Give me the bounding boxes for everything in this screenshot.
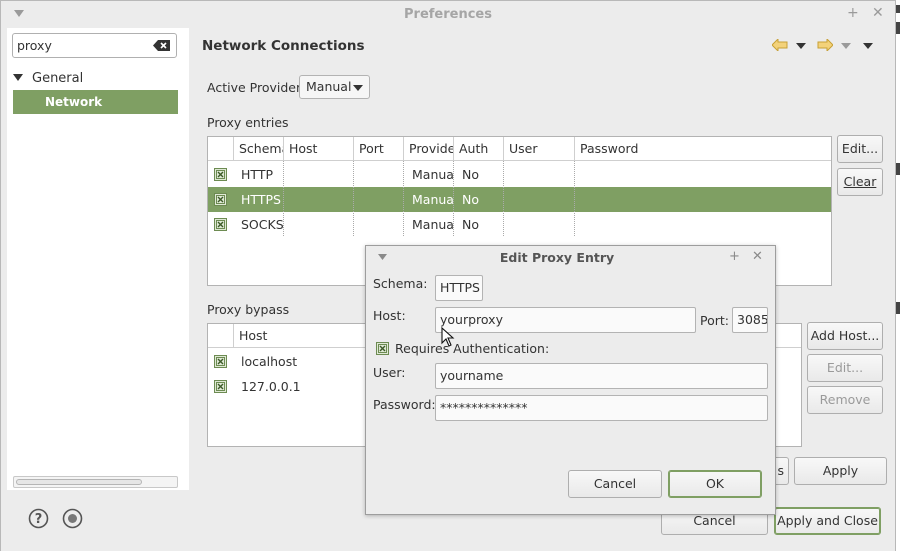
port-label: Port: [700,313,729,328]
help-icon[interactable]: ? [28,508,49,529]
filter-text: proxy [17,38,52,53]
column-header-host[interactable]: Host [284,137,354,161]
port-input[interactable]: 3085 [732,307,768,333]
remove-host-button[interactable]: Remove [807,386,883,414]
cell-host: localhost [241,354,298,369]
dialog-title: Edit Proxy Entry [499,250,615,265]
row-checkbox[interactable] [214,168,227,181]
table-header: Schema Host Port Provider Auth User Pass… [208,137,831,161]
svg-text:?: ? [35,512,43,527]
cell-schema: SOCKS [241,217,284,232]
row-checkbox[interactable] [214,193,227,206]
requires-auth-checkbox[interactable] [376,342,389,355]
dialog-maximize-icon[interactable]: + [729,249,740,264]
close-icon[interactable]: ✕ [872,6,884,20]
back-menu-icon[interactable] [796,43,806,49]
edit-host-button[interactable]: Edit... [807,354,883,382]
scrollbar-thumb[interactable] [16,479,142,485]
forward-menu-icon[interactable] [841,43,851,49]
column-separator [453,161,454,236]
column-header-schema[interactable]: Schema [234,137,284,161]
password-input[interactable]: ************** [435,395,768,421]
table-row[interactable]: HTTP Manual No [208,162,831,187]
tree-item-general[interactable]: General [13,69,183,89]
apply-button[interactable]: Apply [794,457,887,485]
clear-entry-button[interactable]: Clear [837,168,883,196]
page-title: Network Connections [202,38,365,54]
column-header-user[interactable]: User [504,137,575,161]
column-header-auth[interactable]: Auth [454,137,504,161]
add-host-button[interactable]: Add Host... [807,322,883,350]
column-separator [283,161,284,236]
cell-provider: Manual [412,167,453,182]
view-menu-icon[interactable] [863,43,873,49]
row-checkbox[interactable] [214,355,227,368]
cell-provider: Manual [412,217,453,232]
dialog-close-icon[interactable]: ✕ [752,249,763,264]
horizontal-scrollbar[interactable] [13,476,178,488]
restore-defaults-label: s [777,463,784,478]
clear-filter-icon[interactable] [153,40,170,51]
chevron-down-icon [353,85,363,91]
proxy-bypass-label: Proxy bypass [207,302,290,317]
tree-item-network-connections[interactable]: Network Connections [13,90,178,133]
filter-input[interactable]: proxy [12,33,177,58]
active-provider-label: Active Provider: [207,80,306,95]
cell-host: 127.0.0.1 [241,379,301,394]
edit-proxy-entry-dialog: Edit Proxy Entry + ✕ Schema: HTTPS Host:… [365,245,776,515]
table-row[interactable]: SOCKS Manual No [208,212,831,237]
expand-triangle-icon[interactable] [13,74,23,81]
forward-arrow-icon[interactable] [817,39,833,51]
column-header-provider[interactable]: Provider [404,137,454,161]
row-checkbox[interactable] [214,218,227,231]
proxy-entries-label: Proxy entries [207,115,289,130]
column-header-checkbox[interactable] [208,324,234,348]
column-header-password[interactable]: Password [575,137,831,161]
maximize-icon[interactable]: + [847,6,859,20]
schema-label: Schema: [373,276,428,291]
user-input[interactable]: yourname [435,363,768,389]
preferences-sidebar: proxy General Network Connections [7,28,189,490]
background-window-edge [896,0,900,551]
window-title: Preferences [404,7,492,22]
apply-and-close-button[interactable]: Apply and Close [774,507,881,535]
cell-schema: HTTPS [241,192,281,207]
dialog-cancel-button[interactable]: Cancel [568,470,662,498]
row-checkbox[interactable] [214,380,227,393]
column-header-port[interactable]: Port [354,137,404,161]
active-provider-select[interactable]: Manual [299,75,370,99]
column-separator [503,161,504,236]
back-arrow-icon[interactable] [772,39,788,51]
active-provider-value: Manual [306,79,352,94]
cell-auth: No [462,167,479,182]
record-icon[interactable] [62,508,83,529]
title-bar: Preferences + ✕ [1,1,895,28]
dialog-ok-button[interactable]: OK [668,470,762,498]
column-separator [403,161,404,236]
column-header-checkbox[interactable] [208,137,234,161]
host-label: Host: [373,308,406,323]
tree-item-label: General [32,71,84,86]
mouse-cursor-icon [441,327,455,347]
column-separator [353,161,354,236]
table-row-selected[interactable]: HTTPS Manual No [208,187,831,212]
cell-schema: HTTP [241,167,273,182]
host-input[interactable]: yourproxy [435,307,696,333]
column-separator [574,161,575,236]
schema-field: HTTPS [435,275,483,301]
cell-auth: No [462,192,479,207]
requires-auth-label[interactable]: Requires Authentication: [395,341,549,356]
cell-auth: No [462,217,479,232]
edit-entry-button[interactable]: Edit... [837,135,883,163]
password-label: Password: [373,397,436,412]
user-label: User: [373,365,406,380]
cell-provider: Manual [412,192,453,207]
